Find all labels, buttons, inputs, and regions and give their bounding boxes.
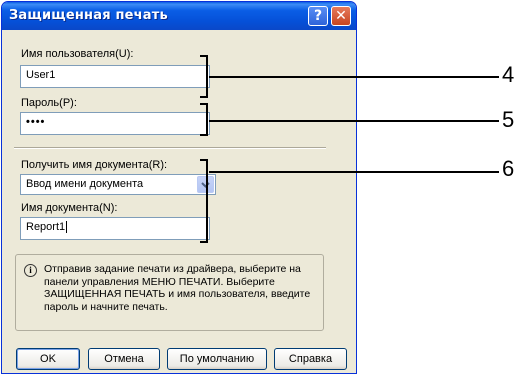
separator [14,147,326,149]
defaults-button[interactable]: По умолчанию [167,348,267,370]
help-button[interactable]: Справка [274,348,347,370]
help-title-button[interactable]: ? [308,6,328,26]
info-box: i Отправив задание печати из драйвера, в… [15,254,324,331]
get-doc-name-select[interactable]: Ввод имени документа [20,174,216,195]
callout-line-6 [209,171,499,173]
callout-bracket-5 [200,103,208,136]
callout-line-4 [209,76,499,78]
dialog-title: Защищенная печать [9,8,168,23]
title-bar[interactable]: Защищенная печать ? ✕ [2,2,356,30]
secure-print-dialog: Защищенная печать ? ✕ Имя пользователя(U… [1,1,357,374]
username-label: Имя пользователя(U): [21,48,134,60]
password-label: Пароль(P): [21,97,77,109]
info-text: Отправив задание печати из драйвера, выб… [44,263,311,313]
callout-5: 5 [502,107,515,132]
callout-6: 6 [502,156,515,181]
callout-bracket-6 [200,159,208,243]
doc-name-input[interactable]: Report1 [20,217,210,240]
doc-name-label: Имя документа(N): [21,202,118,214]
cancel-button[interactable]: Отмена [88,348,160,370]
info-icon: i [24,264,37,277]
callout-bracket-4 [200,55,208,98]
username-input[interactable]: User1 [20,65,210,88]
password-input[interactable]: •••• [20,112,210,135]
get-doc-name-label: Получить имя документа(R): [21,159,168,171]
callout-line-5 [209,120,499,122]
doc-name-value: Report1 [26,221,66,233]
text-cursor [66,221,68,233]
ok-button[interactable]: OK [16,348,80,370]
close-button[interactable]: ✕ [331,6,351,26]
get-doc-name-selected-value: Ввод имени документа [26,178,144,190]
callout-4: 4 [502,62,515,87]
